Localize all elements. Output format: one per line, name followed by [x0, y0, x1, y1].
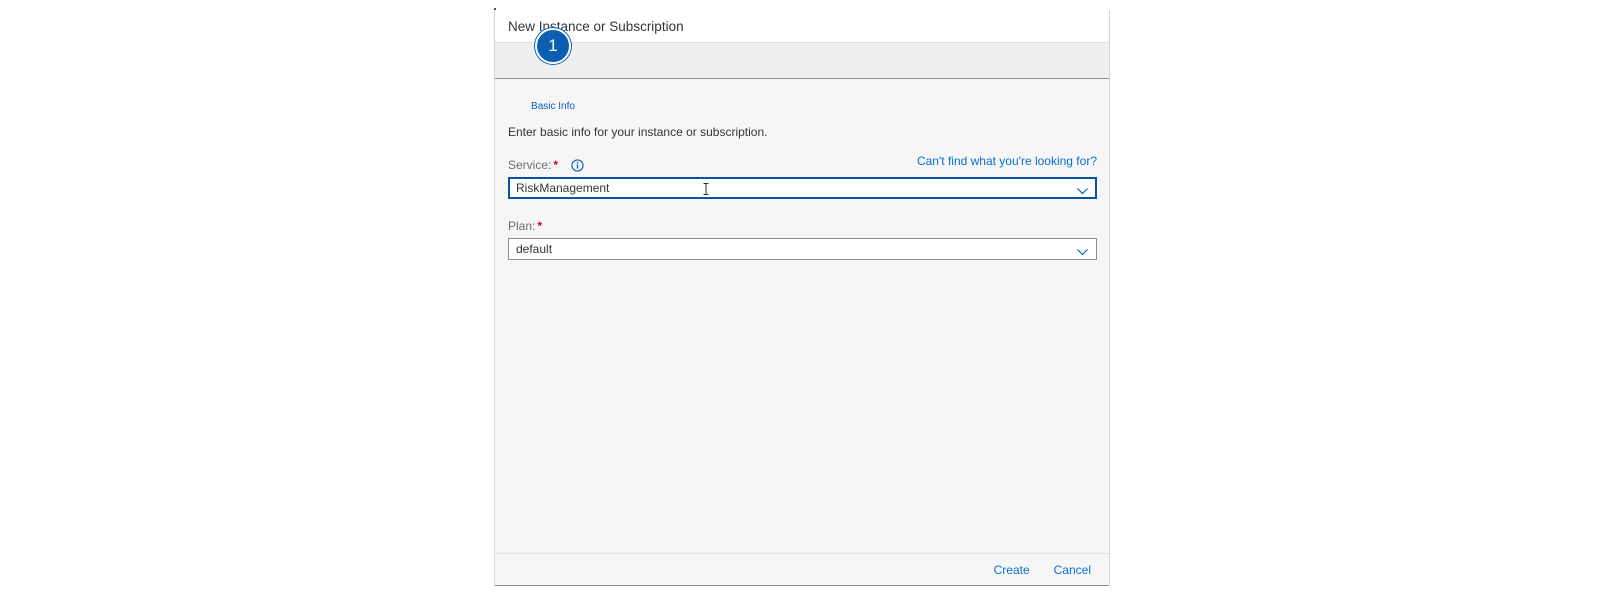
- dialog-header: New Instance or Subscription: [495, 10, 1109, 43]
- new-instance-dialog: New Instance or Subscription 1 Basic Inf…: [494, 10, 1110, 586]
- create-button[interactable]: Create: [994, 563, 1030, 577]
- form-content: Enter basic info for your instance or su…: [508, 125, 1097, 260]
- form-intro-text: Enter basic info for your instance or su…: [508, 125, 768, 139]
- service-select[interactable]: RiskManagement: [508, 177, 1097, 199]
- chevron-down-icon[interactable]: [1077, 184, 1088, 195]
- text-cursor-icon: [703, 183, 709, 195]
- cancel-button[interactable]: Cancel: [1054, 563, 1091, 577]
- plan-label-row: Plan: *: [508, 217, 1097, 233]
- plan-label-text: Plan:: [508, 219, 536, 233]
- service-select-value: RiskManagement: [516, 181, 610, 195]
- required-marker: *: [553, 158, 559, 172]
- plan-label: Plan: *: [508, 219, 542, 233]
- chevron-down-icon[interactable]: [1077, 245, 1088, 256]
- dialog-footer: Create Cancel: [495, 553, 1109, 586]
- service-label-text: Service:: [508, 158, 552, 172]
- wizard-step-1-indicator[interactable]: 1: [535, 28, 571, 64]
- plan-select[interactable]: default: [508, 238, 1097, 260]
- wizard-step-1-label[interactable]: Basic Info: [523, 101, 583, 112]
- service-label: Service: *: [508, 158, 584, 172]
- service-label-row: Service: * Can't find what you're lookin…: [508, 154, 1097, 172]
- wizard-step-number: 1: [548, 36, 558, 55]
- dialog-title: New Instance or Subscription: [508, 18, 684, 34]
- wizard-progress-bar: [495, 43, 1109, 79]
- plan-select-value: default: [516, 242, 553, 256]
- cant-find-help-link[interactable]: Can't find what you're looking for?: [917, 154, 1097, 168]
- required-marker: *: [537, 219, 543, 233]
- info-icon[interactable]: [571, 158, 584, 172]
